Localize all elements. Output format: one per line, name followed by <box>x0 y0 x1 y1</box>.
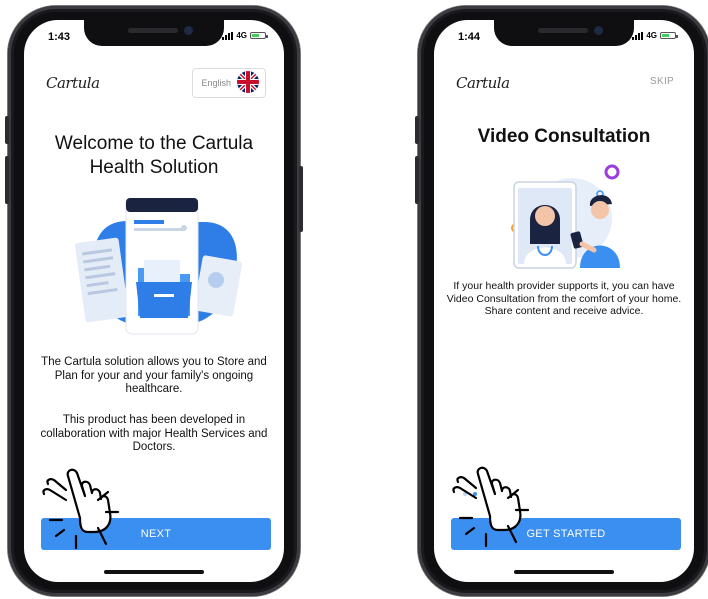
status-indicators: 4G <box>632 31 678 40</box>
notch <box>494 20 634 46</box>
onboarding-screen-welcome: 1:43 4G Cartula English Welcome to the C… <box>24 20 284 582</box>
camera <box>594 26 603 35</box>
skip-link[interactable]: SKIP <box>650 76 674 87</box>
status-time: 1:44 <box>458 31 481 43</box>
uk-flag-icon <box>237 71 259 95</box>
signal-icon <box>222 31 234 40</box>
notch <box>84 20 224 46</box>
battery-icon <box>660 32 678 39</box>
speaker <box>538 28 588 33</box>
phone-left: 1:43 4G Cartula English Welcome to the C… <box>5 6 303 596</box>
power-button <box>299 166 303 232</box>
cartula-logo: Cartula <box>456 74 510 92</box>
mute-switch <box>5 116 9 144</box>
network-type: 4G <box>236 31 247 40</box>
status-indicators: 4G <box>222 31 268 40</box>
mute-switch <box>415 116 419 144</box>
intro-paragraph: The Cartula solution allows you to Store… <box>41 356 267 395</box>
home-indicator[interactable] <box>104 570 204 574</box>
network-type: 4G <box>646 31 657 40</box>
camera <box>184 26 193 35</box>
health-records-illustration <box>74 197 244 343</box>
speaker <box>128 28 178 33</box>
language-button[interactable]: English <box>192 68 266 98</box>
feature-description: If your health provider supports it, you… <box>446 280 682 317</box>
volume-up-button <box>5 156 9 204</box>
volume-up-button <box>415 156 419 204</box>
page-title: Video Consultation <box>477 126 651 147</box>
page-title: Welcome to the Cartula Health Solution <box>54 133 254 178</box>
get-started-button[interactable]: GET STARTED <box>451 518 681 550</box>
cartula-logo: Cartula <box>46 74 100 92</box>
pagination-dot-active[interactable] <box>473 492 477 496</box>
next-button[interactable]: NEXT <box>41 518 271 550</box>
collaboration-paragraph: This product has been developed in colla… <box>40 414 268 453</box>
battery-icon <box>250 32 268 39</box>
pagination-dots <box>463 492 477 496</box>
home-indicator[interactable] <box>514 570 614 574</box>
phone-right: 1:44 4G Cartula SKIP Video Consultation <box>415 6 708 596</box>
pagination-dot[interactable] <box>463 492 467 496</box>
onboarding-screen-video: 1:44 4G Cartula SKIP Video Consultation <box>434 20 694 582</box>
video-consultation-illustration <box>502 160 632 275</box>
language-label: English <box>201 78 231 88</box>
status-time: 1:43 <box>48 31 71 43</box>
signal-icon <box>632 31 644 40</box>
